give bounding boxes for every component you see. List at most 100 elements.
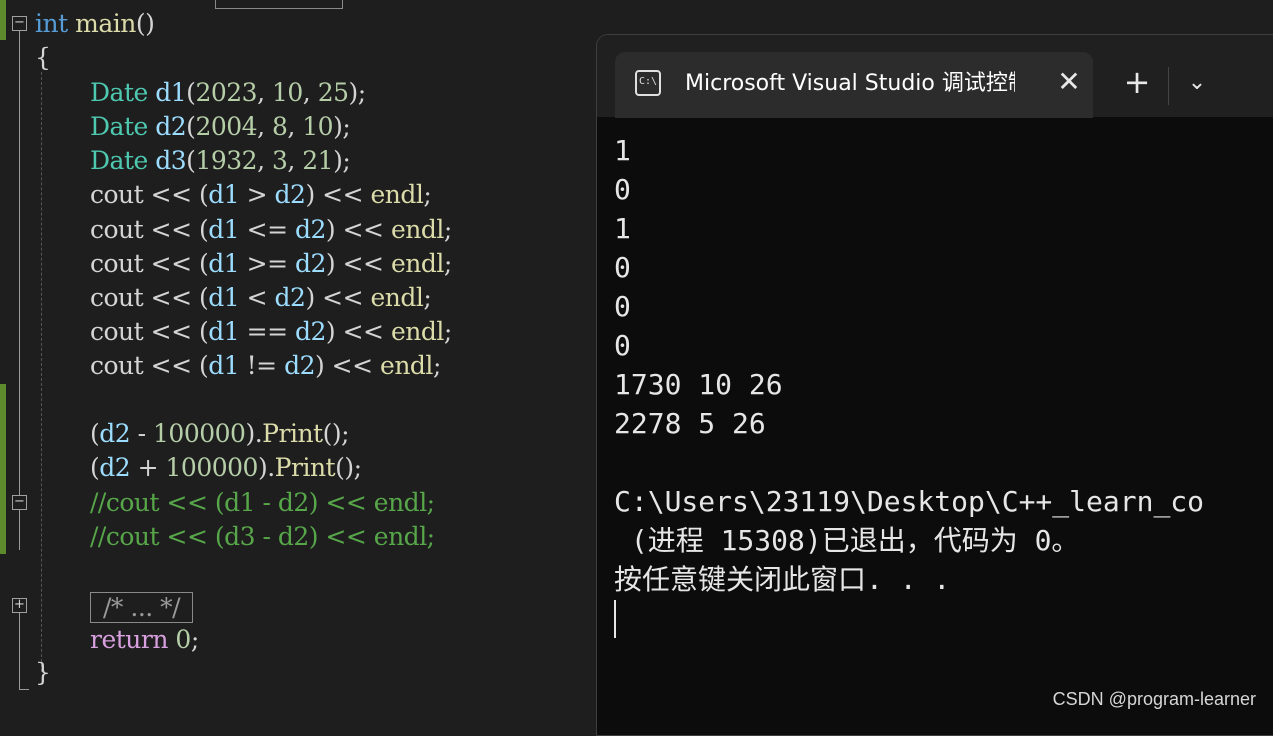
code-token: 3 xyxy=(271,146,288,175)
code-line-collapsed[interactable]: /* ... */ xyxy=(90,591,194,625)
debug-console-window[interactable]: C:\ Microsoft Visual Studio 调试控制台 ✕ + ⌄ … xyxy=(596,34,1273,736)
code-token: (); xyxy=(335,453,362,482)
code-token: ; xyxy=(432,351,441,380)
code-token: 10 xyxy=(302,112,334,141)
code-token: d1 xyxy=(208,180,240,209)
code-line-main[interactable]: int main() xyxy=(35,7,155,41)
output-line: (进程 15308)已退出，代码为 0。 xyxy=(614,524,1080,557)
code-token: >= xyxy=(239,249,295,278)
code-token: d3 xyxy=(155,146,187,175)
fold-line xyxy=(19,613,20,690)
output-line: 0 xyxy=(614,173,631,206)
code-line-return[interactable]: return 0; xyxy=(90,623,199,657)
code-editor[interactable]: { ... } − − + int main(){ Date d1(2023, 1… xyxy=(0,0,600,719)
output-line: 按任意键关闭此窗口. . . xyxy=(614,563,951,596)
code-token: , xyxy=(257,146,272,175)
code-token: << ( xyxy=(143,215,209,244)
output-line: 0 xyxy=(614,329,631,362)
code-token: , xyxy=(302,78,318,107)
close-tab-icon[interactable]: ✕ xyxy=(1053,66,1085,98)
fold-line-end xyxy=(19,689,29,690)
code-token: 25 xyxy=(317,78,349,107)
code-token: ); xyxy=(333,112,351,141)
code-token: Date xyxy=(90,78,148,107)
code-line-print-plus[interactable]: (d2 + 100000).Print(); xyxy=(90,451,362,485)
code-token: d2 xyxy=(155,112,187,141)
code-line-open-brace[interactable]: { xyxy=(35,41,51,75)
chevron-down-icon[interactable]: ⌄ xyxy=(1179,65,1215,101)
code-token: endl xyxy=(370,283,424,312)
code-line-cout-le[interactable]: cout << (d1 <= d2) << endl; xyxy=(90,213,452,247)
code-token: d1 xyxy=(155,78,187,107)
code-line-comment2[interactable]: //cout << (d3 - d2) << endl; xyxy=(90,520,435,554)
code-token: == xyxy=(239,317,295,346)
code-line-comment1[interactable]: //cout << (d1 - d2) << endl; xyxy=(90,486,435,520)
tab-separator xyxy=(1168,67,1169,105)
code-token: << ( xyxy=(143,249,209,278)
code-token: cout xyxy=(90,283,144,312)
fold-line xyxy=(19,31,20,495)
code-line-d1[interactable]: Date d1(2023, 10, 25); xyxy=(90,76,366,110)
code-token: ; xyxy=(190,625,199,654)
code-token: ) << xyxy=(305,180,371,209)
code-token: cout xyxy=(90,351,144,380)
code-token: d2 xyxy=(99,453,131,482)
code-token: cout xyxy=(90,215,144,244)
code-line-print-minus[interactable]: (d2 - 100000).Print(); xyxy=(90,417,350,451)
code-token: ); xyxy=(333,146,351,175)
code-token: Print xyxy=(274,453,336,482)
new-tab-button[interactable]: + xyxy=(1119,65,1155,101)
code-token: 2004 xyxy=(195,112,258,141)
code-token: d2 xyxy=(99,419,131,448)
code-token: return xyxy=(90,625,168,654)
collapsed-region-top[interactable]: { ... } xyxy=(215,0,343,9)
code-token: { xyxy=(35,43,51,72)
code-token: Date xyxy=(90,146,148,175)
change-marker xyxy=(0,0,6,40)
code-line-cout-ge[interactable]: cout << (d1 >= d2) << endl; xyxy=(90,247,452,281)
output-line: 1 xyxy=(614,212,631,245)
code-token: 21 xyxy=(302,146,334,175)
code-token: 0 xyxy=(175,625,191,654)
code-token: d1 xyxy=(208,351,240,380)
code-line-cout-gt[interactable]: cout << (d1 > d2) << endl; xyxy=(90,178,432,212)
code-token: } xyxy=(35,658,51,687)
terminal-tab-bar: C:\ Microsoft Visual Studio 调试控制台 ✕ + ⌄ xyxy=(597,35,1273,118)
code-token: () xyxy=(135,9,155,38)
code-token: d2 xyxy=(274,283,306,312)
code-token: ; xyxy=(423,283,432,312)
expand-region-icon[interactable]: + xyxy=(12,598,27,613)
code-line-cout-ne[interactable]: cout << (d1 != d2) << endl; xyxy=(90,349,441,383)
change-marker xyxy=(0,384,6,554)
console-tab[interactable]: C:\ Microsoft Visual Studio 调试控制台 ✕ xyxy=(615,52,1093,118)
output-line: 0 xyxy=(614,251,631,284)
code-token: << ( xyxy=(143,283,209,312)
code-token: ); xyxy=(348,78,367,107)
collapse-comment-icon[interactable]: − xyxy=(12,495,27,510)
tab-title: Microsoft Visual Studio 调试控制台 xyxy=(685,71,1015,96)
code-token: endl xyxy=(390,249,444,278)
code-line-d3[interactable]: Date d3(1932, 3, 21); xyxy=(90,144,351,178)
code-line-cout-eq[interactable]: cout << (d1 == d2) << endl; xyxy=(90,315,452,349)
code-token: 2023 xyxy=(195,78,258,107)
code-line-cout-lt[interactable]: cout << (d1 < d2) << endl; xyxy=(90,281,432,315)
code-token: <= xyxy=(239,215,295,244)
text-cursor xyxy=(614,600,616,638)
code-token: ; xyxy=(443,249,452,278)
output-line: 2278 5 26 xyxy=(614,407,766,440)
code-token: d1 xyxy=(208,249,240,278)
code-token: cout xyxy=(90,180,144,209)
code-token: << ( xyxy=(143,317,209,346)
code-token: d2 xyxy=(294,317,326,346)
code-token: ). xyxy=(245,419,263,448)
collapsed-region[interactable]: /* ... */ xyxy=(90,592,194,623)
code-line-close-brace[interactable]: } xyxy=(35,656,51,690)
code-token: endl xyxy=(380,351,433,380)
code-token: ; xyxy=(443,215,452,244)
output-line: 1730 10 26 xyxy=(614,368,783,401)
code-token: , xyxy=(287,146,303,175)
collapse-main-icon[interactable]: − xyxy=(12,16,27,31)
code-line-d2[interactable]: Date d2(2004, 8, 10); xyxy=(90,110,351,144)
code-token: , xyxy=(257,112,272,141)
